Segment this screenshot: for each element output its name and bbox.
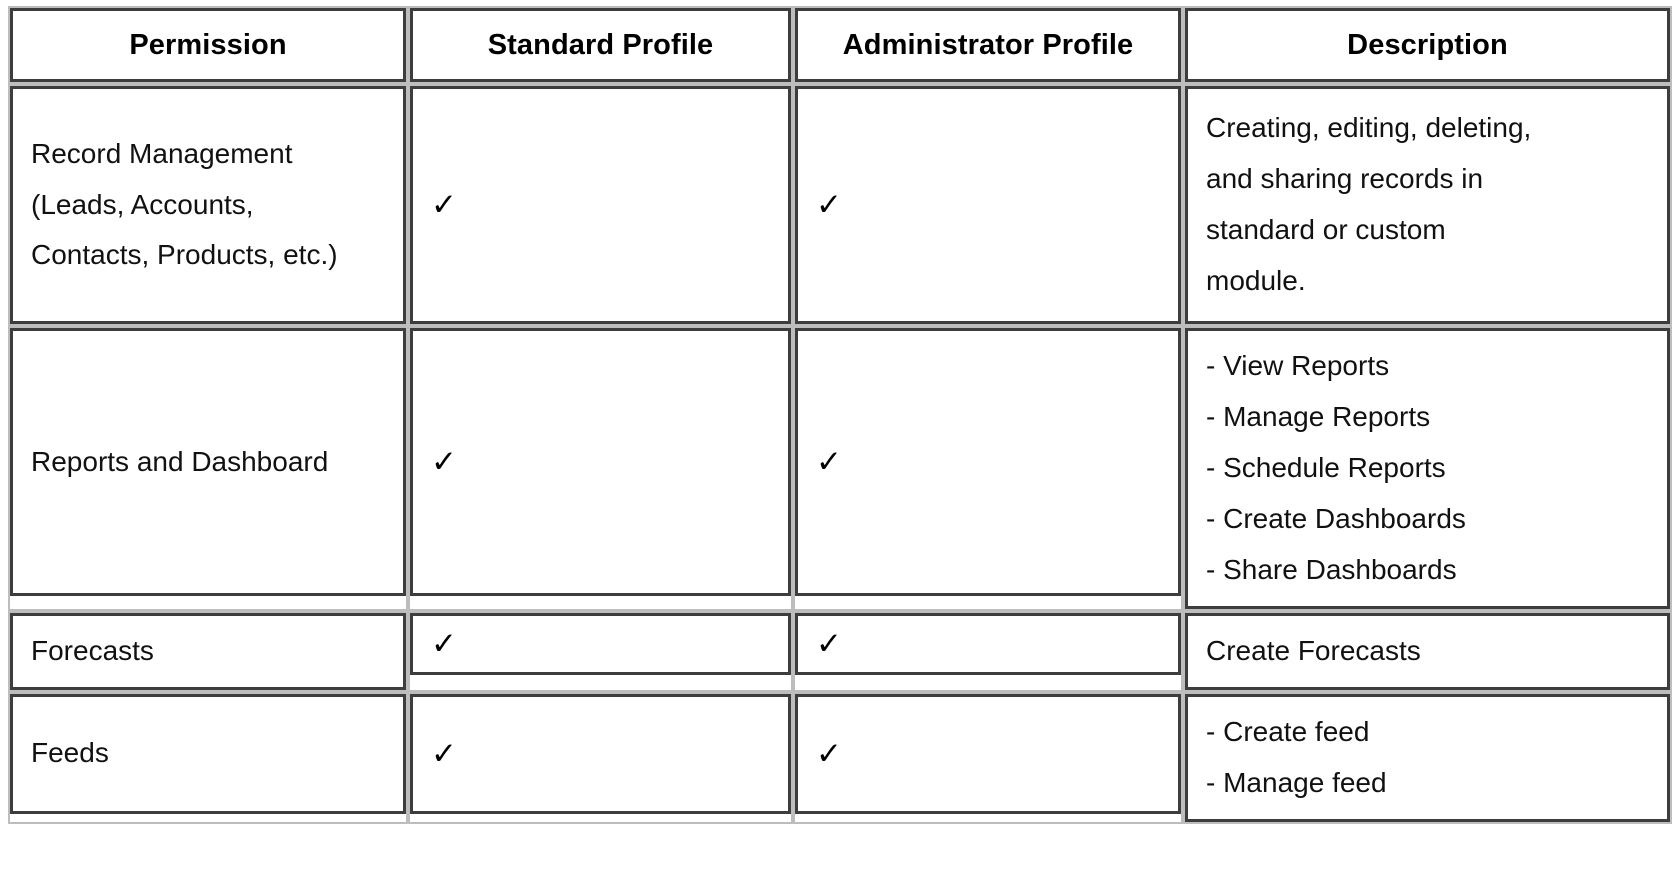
description-line: standard or custom — [1206, 214, 1446, 245]
checkmark-icon: ✓ — [816, 625, 842, 662]
permission-label-line: (Leads, Accounts, — [31, 188, 254, 220]
table-body: Record Management (Leads, Accounts, Cont… — [8, 84, 1672, 824]
checkmark-icon: ✓ — [816, 443, 842, 480]
cell-description: - View Reports - Manage Reports - Schedu… — [1183, 326, 1672, 611]
checkmark-icon: ✓ — [816, 735, 842, 772]
permission-label-line: Feeds — [31, 737, 109, 769]
standard-profile-cell-body: ✓ — [410, 612, 791, 675]
cell-administrator-profile: ✓ — [793, 326, 1183, 611]
checkmark-icon: ✓ — [431, 186, 457, 223]
cell-description: Creating, editing, deleting, and sharing… — [1183, 84, 1672, 326]
header-cell-standard-profile: Standard Profile — [410, 8, 791, 82]
description-line: - Create Dashboards — [1206, 502, 1466, 534]
column-header-standard-profile-label: Standard Profile — [487, 28, 714, 61]
description-line: module. — [1206, 264, 1306, 296]
description-line: - Share Dashboards — [1206, 553, 1457, 585]
table-header-row: Permission Standard Profile Administrato… — [8, 6, 1672, 84]
cell-description: - Create feed - Manage feed — [1183, 691, 1672, 824]
column-header-administrator-profile: Administrator Profile — [793, 6, 1183, 84]
column-header-standard-profile: Standard Profile — [408, 6, 793, 84]
header-cell-description: Description — [1185, 8, 1670, 82]
table-row: Record Management (Leads, Accounts, Cont… — [8, 84, 1672, 326]
description-line: Creating, editing, deleting, — [1206, 112, 1532, 144]
checkmark-icon: ✓ — [431, 443, 457, 480]
description-cell-body: Creating, editing, deleting, and sharing… — [1185, 86, 1670, 324]
permission-cell-body: Record Management (Leads, Accounts, Cont… — [10, 86, 406, 324]
cell-standard-profile: ✓ — [408, 691, 793, 824]
administrator-profile-cell-body: ✓ — [795, 693, 1181, 814]
description-cell-body: - View Reports - Manage Reports - Schedu… — [1185, 328, 1670, 609]
description-line: Create Forecasts — [1206, 634, 1421, 666]
description-cell-body: Create Forecasts — [1185, 612, 1670, 690]
description-cell-body: - Create feed - Manage feed — [1185, 693, 1670, 822]
administrator-profile-cell-body: ✓ — [795, 86, 1181, 324]
permission-label-line: Contacts, Products, etc.) — [31, 239, 338, 271]
permission-label-line: Forecasts — [31, 634, 154, 666]
administrator-profile-cell-body: ✓ — [795, 328, 1181, 596]
header-cell-administrator-profile: Administrator Profile — [795, 8, 1181, 82]
column-header-description-label: Description — [1347, 28, 1508, 61]
standard-profile-cell-body: ✓ — [410, 693, 791, 814]
standard-profile-cell-body: ✓ — [410, 328, 791, 596]
description-line: - Schedule Reports — [1206, 451, 1446, 483]
description-line: - Create feed — [1206, 715, 1370, 747]
permission-cell-body: Reports and Dashboard — [10, 328, 406, 596]
column-header-administrator-profile-label: Administrator Profile — [842, 28, 1134, 61]
description-line: - Manage Reports — [1206, 400, 1431, 432]
standard-profile-cell-body: ✓ — [410, 86, 791, 324]
table-row: Feeds ✓ ✓ - Create feed - Manage feed — [8, 691, 1672, 824]
description-line: and sharing records in — [1206, 163, 1484, 195]
permission-cell-body: Forecasts — [10, 612, 406, 690]
cell-permission: Record Management (Leads, Accounts, Cont… — [8, 84, 408, 326]
cell-standard-profile: ✓ — [408, 84, 793, 326]
table-row: Reports and Dashboard ✓ ✓ - View Reports — [8, 326, 1672, 611]
cell-permission: Reports and Dashboard — [8, 326, 408, 611]
column-header-permission-label: Permission — [129, 28, 287, 61]
cell-permission: Feeds — [8, 691, 408, 824]
description-line: - Manage feed — [1206, 766, 1387, 798]
table-header: Permission Standard Profile Administrato… — [8, 6, 1672, 84]
permission-cell-body: Feeds — [10, 693, 406, 814]
cell-standard-profile: ✓ — [408, 610, 793, 692]
cell-description: Create Forecasts — [1183, 610, 1672, 692]
description-line: - View Reports — [1206, 350, 1390, 381]
table-row: Forecasts ✓ ✓ Create Forecasts — [8, 610, 1672, 692]
header-cell-permission: Permission — [10, 8, 406, 82]
cell-administrator-profile: ✓ — [793, 691, 1183, 824]
page-root: Permission Standard Profile Administrato… — [0, 0, 1680, 894]
cell-administrator-profile: ✓ — [793, 84, 1183, 326]
cell-permission: Forecasts — [8, 610, 408, 692]
checkmark-icon: ✓ — [816, 186, 842, 223]
checkmark-icon: ✓ — [431, 735, 457, 772]
permission-label-line: Reports and Dashboard — [31, 445, 329, 477]
permissions-table: Permission Standard Profile Administrato… — [8, 6, 1672, 824]
permission-label-line: Record Management — [31, 137, 293, 169]
administrator-profile-cell-body: ✓ — [795, 612, 1181, 675]
column-header-description: Description — [1183, 6, 1672, 84]
checkmark-icon: ✓ — [431, 625, 457, 662]
cell-administrator-profile: ✓ — [793, 610, 1183, 692]
column-header-permission: Permission — [8, 6, 408, 84]
cell-standard-profile: ✓ — [408, 326, 793, 611]
